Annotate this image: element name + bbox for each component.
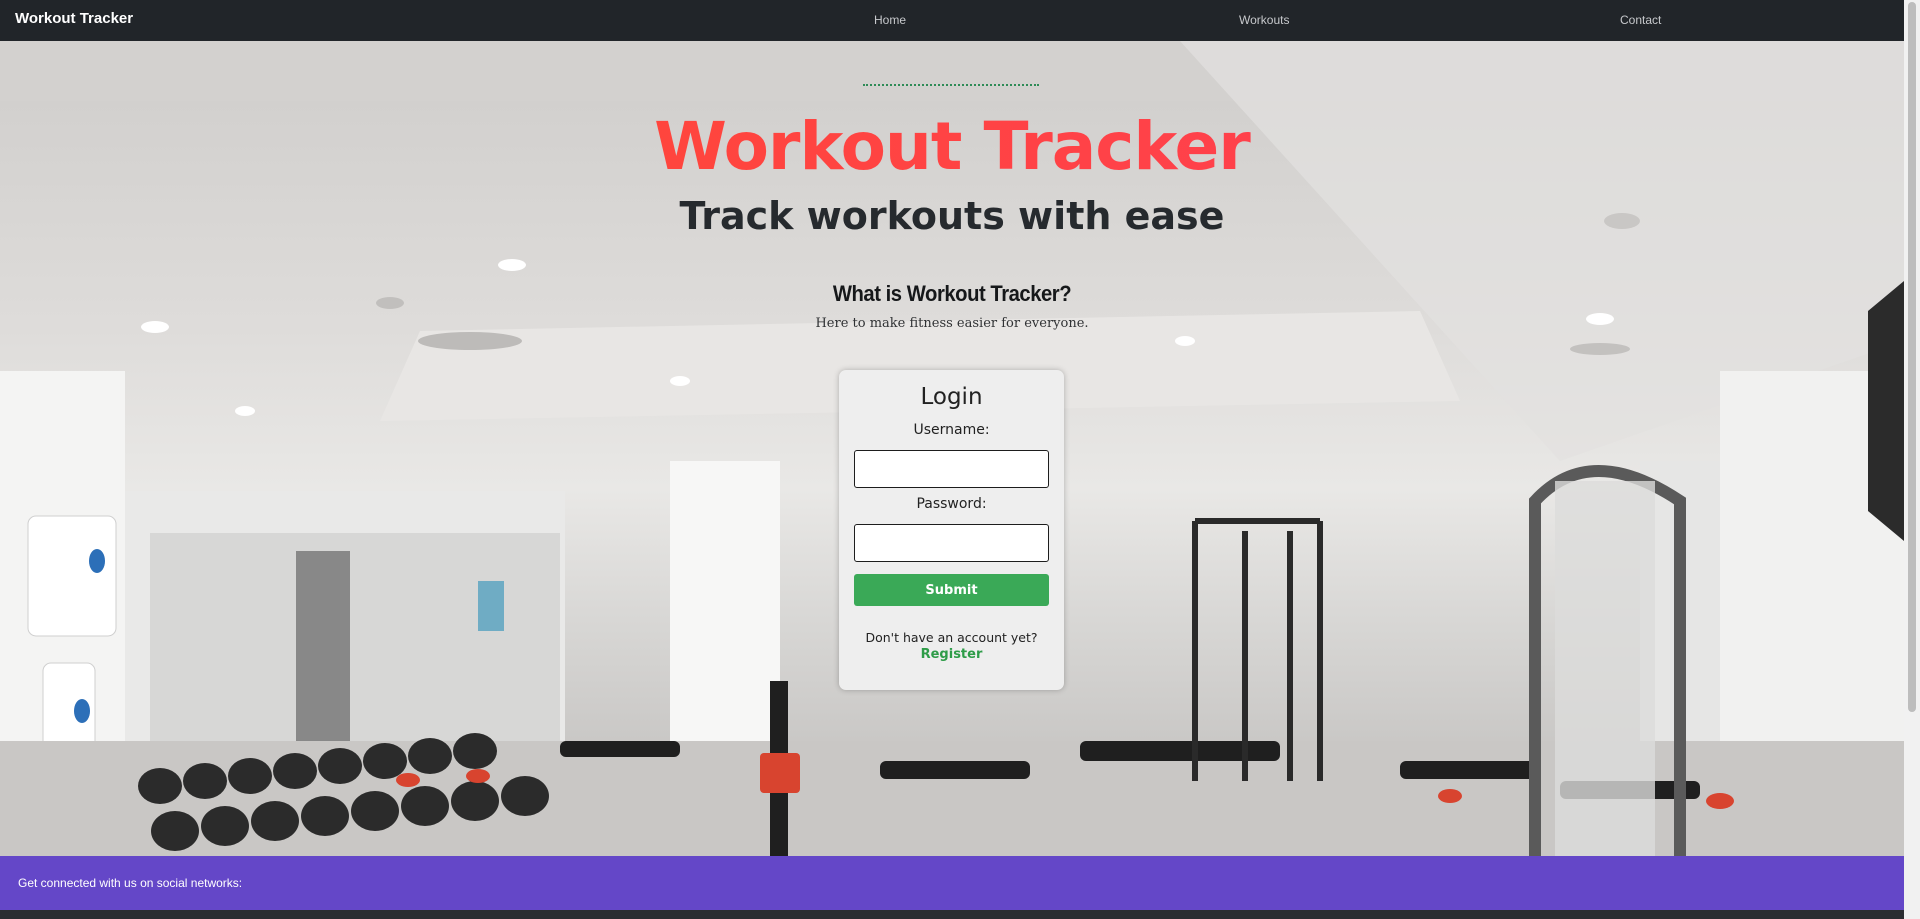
password-label: Password:: [916, 496, 987, 512]
about-text: Here to make fitness easier for everyone…: [815, 316, 1089, 331]
no-account-text: Don't have an account yet?: [865, 630, 1038, 645]
page-title: Workout Tracker: [0, 108, 1904, 185]
footer-bottom-strip: [0, 910, 1904, 919]
scrollbar-thumb[interactable]: [1908, 2, 1916, 712]
register-link[interactable]: Register: [839, 647, 1064, 662]
password-input[interactable]: [854, 524, 1049, 562]
hero-section: Workout Tracker Track workouts with ease…: [0, 41, 1904, 856]
top-navbar: Workout Tracker Home Workouts Contact: [0, 0, 1904, 41]
login-card: Login Username: Password: Submit Don't h…: [839, 370, 1064, 690]
nav-link-contact[interactable]: Contact: [1620, 13, 1661, 27]
social-footer: Get connected with us on social networks…: [0, 856, 1904, 910]
username-label: Username:: [913, 422, 990, 438]
social-text: Get connected with us on social networks…: [18, 876, 243, 890]
nav-link-workouts[interactable]: Workouts: [1239, 13, 1289, 27]
page-subtitle: Track workouts with ease: [679, 194, 1225, 238]
page-scrollbar[interactable]: [1904, 0, 1920, 919]
login-title: Login: [920, 384, 983, 410]
brand-link[interactable]: Workout Tracker: [15, 10, 133, 27]
about-heading: What is Workout Tracker?: [832, 281, 1072, 306]
submit-button[interactable]: Submit: [854, 574, 1049, 606]
nav-link-home[interactable]: Home: [874, 13, 906, 27]
title-divider: [863, 84, 1039, 86]
username-input[interactable]: [854, 450, 1049, 488]
